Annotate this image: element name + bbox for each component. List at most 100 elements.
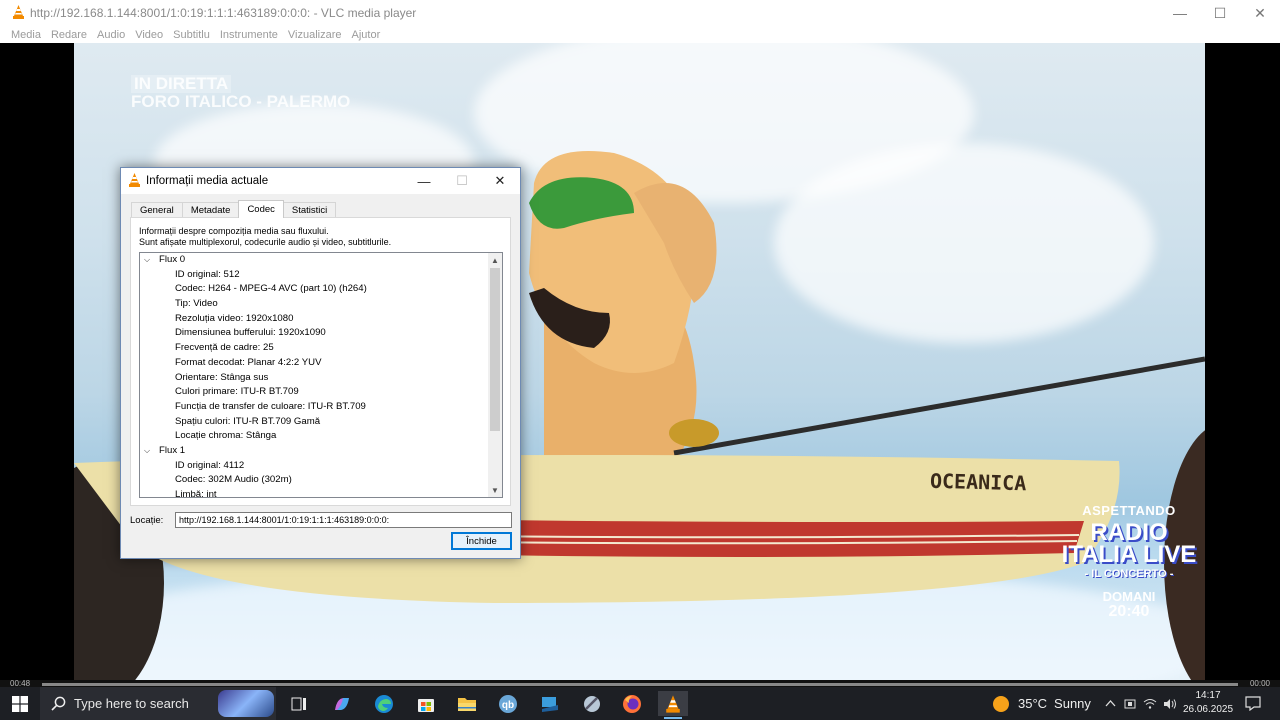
tab-general[interactable]: General	[131, 202, 183, 218]
menu-playback[interactable]: Redare	[51, 29, 87, 41]
minimize-button[interactable]: —	[1160, 0, 1200, 26]
clock-time: 14:17	[1195, 690, 1221, 701]
dialog-maximize-button: ☐	[456, 173, 468, 188]
window-title: http://192.168.1.144:8001/1:0:19:1:1:1:4…	[30, 6, 417, 20]
tree-property-row[interactable]: Format decodat: Planar 4:2:2 YUV	[140, 356, 490, 371]
weather-widget[interactable]: 35°C Sunny	[993, 687, 1091, 720]
menu-view[interactable]: Vizualizare	[288, 29, 342, 41]
codec-description-line2: Sunt afișate multiplexorul, codecurile a…	[139, 237, 392, 247]
windows-logo-icon	[12, 695, 28, 712]
tab-codec[interactable]: Codec	[238, 200, 284, 218]
sun-icon	[993, 695, 1009, 712]
seek-bar[interactable]: 00:48 00:00	[0, 679, 1280, 688]
tree-stream-node[interactable]: ⌵ Flux 0	[140, 253, 490, 268]
promo-day: DOMANI	[1102, 589, 1156, 604]
wifi-icon[interactable]	[1140, 698, 1160, 709]
tree-stream-label: Flux 1	[159, 444, 186, 456]
codec-description-line1: Informații despre compoziția media sau f…	[139, 226, 329, 236]
tree-property-row[interactable]: Codec: 302M Audio (302m)	[140, 473, 490, 488]
close-dialog-button[interactable]: Închide	[451, 532, 512, 550]
tree-property-row[interactable]: Rezoluția video: 1920x1080	[140, 312, 490, 327]
device-icon[interactable]	[1120, 698, 1140, 710]
chevron-up-icon[interactable]	[1100, 700, 1120, 707]
tree-property-row[interactable]: Codec: H264 - MPEG-4 AVC (part 10) (h264…	[140, 282, 490, 297]
file-explorer-icon[interactable]	[452, 691, 482, 716]
start-button[interactable]	[0, 687, 40, 720]
promo-title: RADIO ITALIA LIVE	[1061, 519, 1197, 568]
volume-icon[interactable]	[1160, 698, 1180, 710]
promo-overlay: ASPETTANDO RADIO ITALIA LIVE - IL CONCER…	[1054, 503, 1204, 620]
scroll-up-icon[interactable]: ▲	[488, 253, 502, 267]
tree-property-row[interactable]: Locație chroma: Stânga	[140, 429, 490, 444]
tools-app-icon[interactable]	[577, 691, 607, 716]
menu-subtitle[interactable]: Subtitlu	[173, 29, 210, 41]
vlc-cone-icon	[128, 172, 141, 190]
edge-browser-icon[interactable]	[369, 691, 399, 716]
menu-bar: Media Redare Audio Video Subtitlu Instru…	[0, 26, 1280, 43]
menu-media[interactable]: Media	[11, 29, 41, 41]
title-bar[interactable]: http://192.168.1.144:8001/1:0:19:1:1:1:4…	[0, 0, 1280, 26]
dialog-title-bar[interactable]: Informații media actuale — ☐ ✕	[121, 168, 520, 194]
system-clock[interactable]: 14:17 26.06.2025	[1180, 689, 1236, 717]
live-overlay: IN DIRETTA FORO ITALICO - PALERMO	[131, 75, 350, 111]
tree-property-row[interactable]: Spațiu culori: ITU-R BT.709 Gamă	[140, 415, 490, 430]
tree-property-row[interactable]: Dimensiunea bufferului: 1920x1090	[140, 326, 490, 341]
chevron-down-icon[interactable]: ⌵	[144, 253, 154, 268]
tree-property-row[interactable]: ID original: 512	[140, 268, 490, 283]
dialog-minimize-button[interactable]: —	[405, 168, 443, 194]
qbittorrent-icon[interactable]: qb	[493, 691, 523, 716]
seek-track[interactable]	[42, 683, 1238, 686]
dialog-tabs: General Metadate Codec Statistici	[131, 200, 337, 218]
taskbar-search[interactable]: Type here to search	[40, 687, 276, 720]
weather-temperature: 35°C	[1018, 696, 1048, 711]
network-app-icon[interactable]	[535, 691, 565, 716]
boat-name-text: OCEANICA	[929, 468, 1027, 496]
taskbar: Type here to search qb 35°C Sunny 14:17 …	[0, 687, 1280, 720]
menu-audio[interactable]: Audio	[97, 29, 125, 41]
codec-panel: Informații despre compoziția media sau f…	[130, 217, 511, 506]
dialog-title: Informații media actuale	[146, 175, 269, 187]
maximize-button[interactable]: ☐	[1200, 0, 1240, 26]
notifications-icon[interactable]	[1242, 687, 1264, 720]
tree-stream-node[interactable]: ⌵ Flux 1	[140, 444, 490, 459]
copilot-icon[interactable]	[327, 691, 357, 716]
svg-text:qb: qb	[502, 700, 514, 711]
weather-description: Sunny	[1054, 696, 1091, 711]
dialog-close-button[interactable]: ✕	[481, 168, 519, 194]
store-icon[interactable]	[411, 691, 441, 716]
live-badge: IN DIRETTA	[131, 75, 232, 93]
close-button[interactable]: ✕	[1240, 0, 1280, 26]
tree-stream-label: Flux 0	[159, 254, 186, 265]
tab-statistics[interactable]: Statistici	[282, 202, 337, 218]
tree-property-row[interactable]: Culori primare: ITU-R BT.709	[140, 385, 490, 400]
task-view-icon[interactable]	[284, 691, 314, 716]
codec-tree-rows: ⌵ Flux 0 ID original: 512 Codec: H264 - MPE…	[140, 253, 490, 497]
tree-property-row[interactable]: Funcția de transfer de culoare: ITU-R BT…	[140, 400, 490, 415]
tree-property-row[interactable]: Orientare: Stânga sus	[140, 371, 490, 386]
search-highlight-icon	[218, 690, 274, 717]
codec-tree[interactable]: ⌵ Flux 0 ID original: 512 Codec: H264 - MPE…	[139, 252, 503, 498]
vertical-scrollbar[interactable]: ▲ ▼	[488, 253, 502, 497]
tab-metadata[interactable]: Metadate	[181, 202, 240, 218]
menu-tools[interactable]: Instrumente	[220, 29, 278, 41]
chevron-down-icon[interactable]: ⌵	[144, 444, 154, 459]
firefox-icon[interactable]	[617, 691, 647, 716]
tree-property-row[interactable]: Tip: Video	[140, 297, 490, 312]
promo-time: 20:40	[1108, 603, 1150, 620]
tree-property-row[interactable]: Limbă: int	[140, 488, 490, 497]
scroll-down-icon[interactable]: ▼	[488, 483, 502, 497]
tree-property-row[interactable]: Frecvență de cadre: 25	[140, 341, 490, 356]
vlc-taskbar-icon[interactable]	[658, 691, 688, 719]
search-icon	[51, 696, 66, 711]
scroll-thumb[interactable]	[490, 268, 500, 431]
system-tray	[1100, 687, 1180, 720]
location-field[interactable]	[175, 512, 512, 528]
search-placeholder: Type here to search	[74, 696, 189, 711]
codec-description: Informații despre compoziția media sau f…	[139, 226, 391, 248]
tree-property-row[interactable]: ID original: 4112	[140, 459, 490, 474]
menu-video[interactable]: Video	[135, 29, 163, 41]
promo-subtitle: - IL CONCERTO -	[1084, 568, 1174, 580]
clock-date: 26.06.2025	[1182, 704, 1234, 715]
media-info-dialog: Informații media actuale — ☐ ✕ General M…	[120, 167, 521, 559]
menu-help[interactable]: Ajutor	[352, 29, 381, 41]
